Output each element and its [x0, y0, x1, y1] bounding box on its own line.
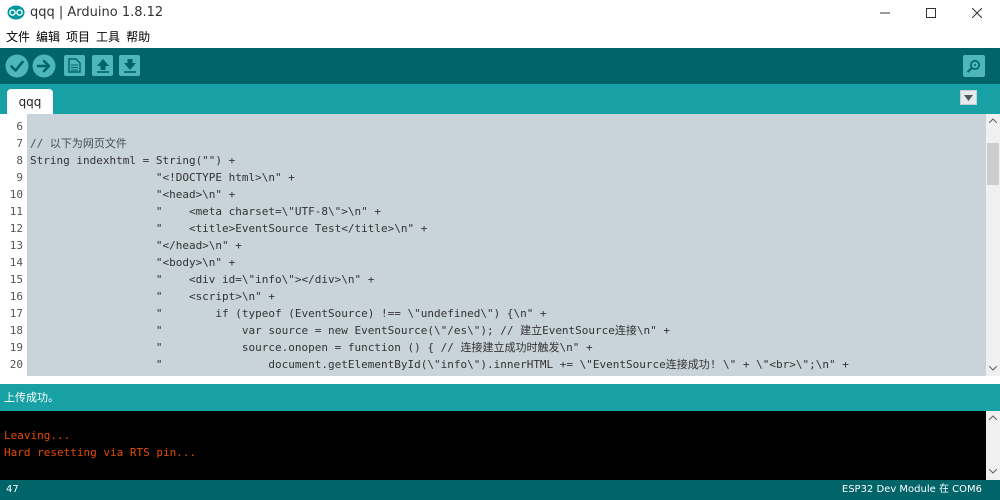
open-button[interactable] — [92, 55, 113, 76]
upload-icon — [32, 54, 56, 78]
line-number: 9 — [16, 171, 23, 184]
minimize-icon — [880, 12, 890, 14]
code-line: " <div id=\"info\"></div>\n" + — [30, 273, 375, 286]
current-line-indicator: 47 — [6, 484, 19, 495]
console-output[interactable]: Leaving... Hard resetting via RTS pin... — [0, 411, 986, 480]
save-icon — [123, 59, 136, 73]
title-bar: qqq | Arduino 1.8.12 — [0, 0, 1000, 26]
menu-help[interactable]: 帮助 — [123, 26, 153, 48]
console-line: Hard resetting via RTS pin... — [4, 446, 197, 459]
status-message: 上传成功。 — [4, 391, 59, 404]
scroll-up-icon — [989, 415, 997, 420]
code-line: "</head>\n" + — [30, 239, 242, 252]
console-line: Leaving... — [4, 429, 71, 442]
line-number: 16 — [9, 290, 23, 303]
save-button[interactable] — [119, 55, 140, 76]
verify-button[interactable] — [5, 54, 29, 78]
arduino-logo-icon — [7, 5, 25, 20]
line-number: 7 — [16, 137, 23, 150]
line-number: 11 — [9, 205, 23, 218]
menu-tools[interactable]: 工具 — [93, 26, 123, 48]
verify-icon — [5, 54, 29, 78]
serial-monitor-icon — [966, 60, 980, 73]
new-icon — [68, 58, 81, 73]
tab-qqq[interactable]: qqq — [7, 89, 53, 114]
window-title: qqq | Arduino 1.8.12 — [30, 5, 164, 20]
scroll-down-icon — [989, 469, 997, 474]
tab-bar: qqq — [0, 84, 1000, 114]
line-number-gutter: 6 7 8 9 10 11 12 13 14 15 16 17 18 19 20 — [0, 114, 27, 376]
console-scrollbar[interactable] — [986, 411, 1000, 480]
open-icon — [96, 59, 109, 73]
close-button[interactable] — [954, 0, 1000, 26]
maximize-button[interactable] — [908, 0, 954, 26]
bottom-bar: 47 ESP32 Dev Module 在 COM6 — [0, 480, 1000, 500]
scroll-down-icon — [989, 366, 997, 371]
code-line: " <script>\n" + — [30, 290, 276, 303]
close-icon — [972, 8, 982, 18]
board-port-info: ESP32 Dev Module 在 COM6 — [841, 484, 982, 495]
pane-divider[interactable] — [0, 376, 1000, 384]
menu-bar: 文件 编辑 项目 工具 帮助 — [0, 26, 1000, 48]
line-number: 19 — [9, 341, 23, 354]
code-line: "<head>\n" + — [30, 188, 236, 201]
code-line: " document.getElementById(\"info\").inne… — [30, 358, 849, 371]
chevron-down-icon — [964, 94, 973, 101]
line-number: 15 — [9, 273, 23, 286]
code-line: " if (typeof (EventSource) !== \"undefin… — [30, 307, 547, 320]
minimize-button[interactable] — [862, 0, 908, 26]
code-editor[interactable]: 6 7 8 9 10 11 12 13 14 15 16 17 18 19 20… — [0, 114, 986, 376]
code-line: " var source = new EventSource(\"/es\");… — [30, 324, 671, 337]
menu-edit[interactable]: 编辑 — [33, 26, 63, 48]
line-number: 8 — [16, 154, 23, 167]
new-button[interactable] — [64, 55, 85, 76]
line-number: 17 — [9, 307, 23, 320]
maximize-icon — [926, 8, 936, 18]
code-line: " <meta charset=\"UTF-8\">\n" + — [30, 205, 381, 218]
line-number: 18 — [9, 324, 23, 337]
line-number: 6 — [16, 120, 23, 133]
tab-menu-button[interactable] — [960, 90, 977, 105]
status-bar: 上传成功。 — [0, 384, 1000, 411]
toolbar — [0, 48, 1000, 84]
code-line: // 以下为网页文件 — [30, 137, 127, 150]
serial-monitor-button[interactable] — [963, 55, 985, 77]
menu-sketch[interactable]: 项目 — [63, 26, 93, 48]
editor-scrollbar-thumb[interactable] — [987, 143, 999, 185]
menu-file[interactable]: 文件 — [3, 26, 33, 48]
line-number: 14 — [9, 256, 23, 269]
code-line: "<!DOCTYPE html>\n" + — [30, 171, 295, 184]
code-line: String indexhtml = String("") + — [30, 154, 236, 167]
code-line: " <title>EventSource Test</title>\n" + — [30, 222, 428, 235]
code-line: " source.onopen = function () { // 连接建立成… — [30, 341, 593, 354]
line-number: 13 — [9, 239, 23, 252]
line-number: 20 — [9, 358, 23, 371]
line-number: 10 — [9, 188, 23, 201]
upload-button[interactable] — [32, 54, 56, 78]
code-line: "<body>\n" + — [30, 256, 236, 269]
line-number: 12 — [9, 222, 23, 235]
scroll-up-icon — [989, 118, 997, 123]
